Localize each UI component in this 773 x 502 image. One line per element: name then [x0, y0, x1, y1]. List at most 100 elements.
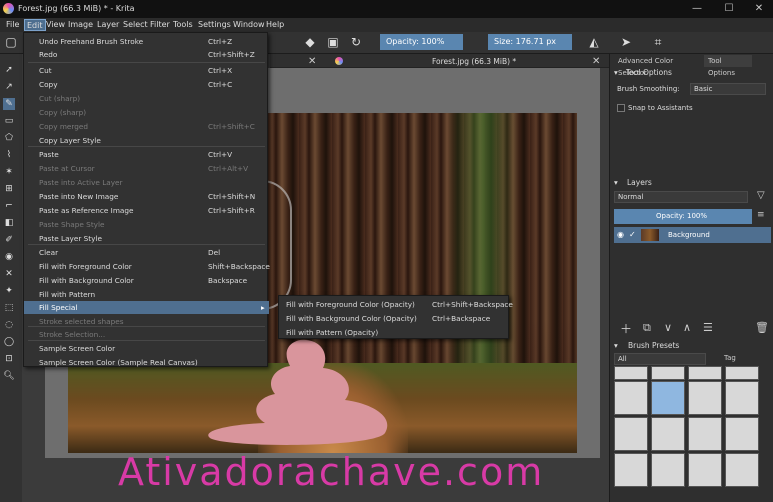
edit-menu-item[interactable]: Fill with Background Color Backspace [24, 274, 269, 287]
fill-special-item[interactable]: Fill with Foreground Color (Opacity) Ctrl… [279, 298, 513, 311]
edit-menu-item[interactable]: Fill with Foreground Color Shift+Backspac… [24, 260, 270, 273]
edit-menu-item[interactable]: Redo Ctrl+Shift+Z [24, 48, 269, 61]
gradient-tool-icon[interactable]: ◧ [3, 217, 15, 229]
polygon-tool-icon[interactable]: ⬠ [3, 132, 15, 144]
brush-preset-tile[interactable] [614, 381, 648, 415]
opacity-slider[interactable]: Opacity: 100% [380, 34, 463, 50]
tab-tool-options[interactable]: Tool Options [704, 55, 752, 77]
size-slider[interactable]: Size: 176.71 px [488, 34, 572, 50]
edit-menu-item[interactable]: Paste Layer Style [24, 232, 269, 245]
brush-preset-tile[interactable] [725, 453, 759, 487]
brush-filter-select[interactable]: All [614, 353, 706, 365]
select-shapes-tool-icon[interactable]: ➚ [3, 64, 15, 76]
menu-help[interactable]: Help [264, 19, 286, 31]
brush-smoothing-select[interactable]: Basic [690, 83, 766, 95]
mirror-horizontal-icon[interactable]: ◭ [586, 34, 602, 50]
edit-menu-item[interactable]: Sample Screen Color (Sample Real Canvas) [24, 356, 269, 369]
layer-properties-icon[interactable]: ☰ [703, 321, 713, 334]
layer-menu-icon[interactable]: ≡ [757, 210, 765, 220]
edit-menu-item[interactable]: Clear Del [24, 246, 269, 259]
menu-settings[interactable]: Settings [196, 19, 233, 31]
snap-assistants-checkbox[interactable] [617, 104, 625, 112]
tab-advanced-color-selector[interactable]: Advanced Color Selector [614, 55, 702, 77]
brush-preset-tile-selected[interactable] [651, 381, 685, 415]
close-document-icon[interactable]: ✕ [592, 56, 600, 67]
brush-preset-tile[interactable] [651, 366, 685, 380]
menu-image[interactable]: Image [66, 19, 95, 31]
freehand-selection-tool-icon[interactable]: ◯ [3, 336, 15, 348]
menu-view[interactable]: View [44, 19, 67, 31]
rectangle-tool-icon[interactable]: ▭ [3, 115, 15, 127]
brush-preset-tile[interactable] [688, 453, 722, 487]
layer-name[interactable]: Background [668, 231, 710, 239]
new-document-icon[interactable]: ▢ [3, 34, 19, 50]
rect-selection-tool-icon[interactable]: ⬚ [3, 302, 15, 314]
brush-preset-tile[interactable] [614, 453, 648, 487]
brush-preset-tile[interactable] [651, 417, 685, 451]
brush-presets-collapse-icon[interactable]: ▾ [614, 340, 618, 352]
fill-tool-icon[interactable]: ◉ [3, 251, 15, 263]
eraser-icon[interactable]: ◆ [302, 34, 318, 50]
edit-shapes-tool-icon[interactable]: ↗ [3, 81, 15, 93]
edit-menu-item[interactable]: Fill Special ▸ [24, 301, 269, 314]
menu-tools[interactable]: Tools [171, 19, 195, 31]
close-tab-icon[interactable]: ✕ [308, 56, 316, 67]
edit-menu-item[interactable]: Copy Layer Style [24, 134, 269, 147]
delete-layer-icon[interactable]: 🗑︎ [755, 321, 769, 334]
edit-menu-item[interactable]: Paste Ctrl+V [24, 148, 269, 161]
menu-window[interactable]: Window [231, 19, 267, 31]
multibrush-tool-icon[interactable]: ✶ [3, 166, 15, 178]
duplicate-layer-icon[interactable]: ⧉ [643, 321, 651, 335]
tool-options-collapse-icon[interactable]: ▾ [614, 67, 618, 79]
preserve-alpha-icon[interactable]: ▣ [325, 34, 341, 50]
menu-filter[interactable]: Filter [148, 19, 172, 31]
close-button[interactable]: ✕ [752, 2, 766, 16]
color-picker-tool-icon[interactable]: ✐ [3, 234, 15, 246]
move-up-icon[interactable]: ∧ [683, 321, 691, 334]
freehand-brush-tool-icon[interactable]: ✎ [3, 98, 15, 110]
bezier-tool-icon[interactable]: ⌇ [3, 149, 15, 161]
brush-preset-tile[interactable] [725, 381, 759, 415]
brush-preset-tile[interactable] [688, 366, 722, 380]
edit-menu-item[interactable]: Sample Screen Color [24, 342, 269, 355]
brush-preset-tile[interactable] [688, 381, 722, 415]
fill-special-item[interactable]: Fill with Background Color (Opacity) Ctrl… [279, 312, 510, 325]
edit-menu-item[interactable]: Copy Ctrl+C [24, 78, 269, 91]
crop-icon[interactable]: ⌗ [650, 34, 666, 50]
document-tab-title[interactable]: Forest.jpg (66.3 MiB) * [432, 57, 516, 66]
crop-tool-icon[interactable]: ⌐ [3, 200, 15, 212]
layers-collapse-icon[interactable]: ▾ [614, 177, 618, 189]
add-layer-icon[interactable]: ＋ [620, 320, 632, 337]
brush-preset-tile[interactable] [725, 417, 759, 451]
brush-preset-tile[interactable] [614, 417, 648, 451]
assistant-tool-icon[interactable]: ✕ [3, 268, 15, 280]
reference-tool-icon[interactable]: ✦ [3, 285, 15, 297]
edit-menu-item[interactable]: Paste as Reference Image Ctrl+Shift+R [24, 204, 269, 217]
brush-preset-tile[interactable] [614, 366, 648, 380]
edit-menu-item[interactable]: Fill with Pattern [24, 288, 269, 301]
visibility-eye-icon[interactable]: ◉ [617, 230, 624, 239]
menu-select[interactable]: Select [121, 19, 150, 31]
zoom-tool-icon[interactable]: 🔍︎ [3, 370, 15, 382]
brush-preset-tile[interactable] [688, 417, 722, 451]
edit-menu-item[interactable]: Paste into New Image Ctrl+Shift+N [24, 190, 269, 203]
filter-icon[interactable]: ▽ [757, 190, 765, 201]
brush-preset-tile[interactable] [651, 453, 685, 487]
layer-check-icon[interactable]: ✓ [629, 230, 636, 239]
contiguous-selection-tool-icon[interactable]: ⊡ [3, 353, 15, 365]
edit-menu-item[interactable]: Cut Ctrl+X [24, 64, 269, 77]
reload-preset-icon[interactable]: ↻ [348, 34, 364, 50]
minimize-button[interactable]: — [690, 2, 704, 16]
menu-file[interactable]: File [4, 19, 21, 31]
menu-layer[interactable]: Layer [95, 19, 121, 31]
transform-tool-icon[interactable]: ⊞ [3, 183, 15, 195]
brush-tag-select[interactable]: Tag [724, 354, 736, 362]
layer-opacity-slider[interactable]: Opacity: 100% [614, 209, 752, 224]
maximize-button[interactable]: ☐ [722, 2, 736, 16]
wrap-around-icon[interactable]: ➤ [618, 34, 634, 50]
fill-special-item[interactable]: Fill with Pattern (Opacity) [279, 326, 510, 339]
blend-mode-select[interactable]: Normal [614, 191, 748, 203]
elliptical-selection-tool-icon[interactable]: ◌ [3, 319, 15, 331]
edit-menu-item[interactable]: Undo Freehand Brush Stroke Ctrl+Z [24, 35, 269, 48]
menu-edit[interactable]: Edit [24, 19, 46, 31]
